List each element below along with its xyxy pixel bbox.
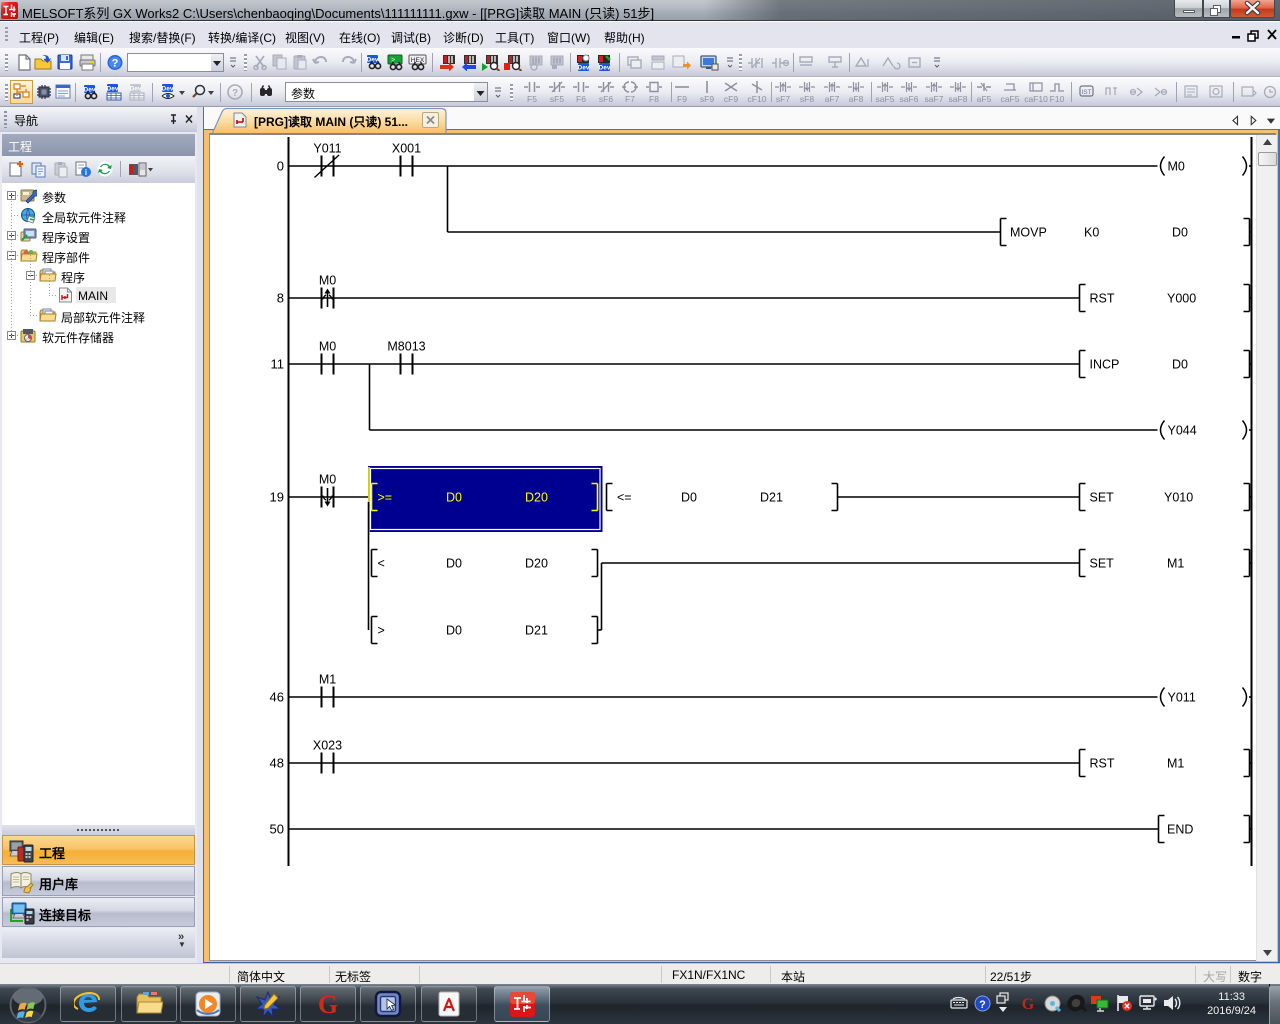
svg-text:Dev: Dev xyxy=(599,65,611,72)
svg-text:?: ? xyxy=(979,999,986,1011)
svg-text:D0: D0 xyxy=(446,624,462,638)
svg-text:INCP: INCP xyxy=(1090,358,1120,372)
svg-text:D21: D21 xyxy=(525,624,548,638)
svg-text:D0: D0 xyxy=(1172,358,1188,372)
svg-text:G: G xyxy=(318,990,338,1018)
svg-text:M0: M0 xyxy=(1168,160,1185,174)
svg-text:D21: D21 xyxy=(760,491,783,505)
svg-text:Dev: Dev xyxy=(367,57,379,64)
svg-text:Y011: Y011 xyxy=(1168,691,1196,705)
svg-text:0: 0 xyxy=(277,159,284,174)
svg-text:M0: M0 xyxy=(319,340,336,354)
svg-text:<: < xyxy=(378,557,385,571)
svg-text:MOVP: MOVP xyxy=(1010,226,1047,240)
svg-text:RST: RST xyxy=(1090,292,1115,306)
svg-text:Y044: Y044 xyxy=(1168,424,1197,438)
svg-text:SET: SET xyxy=(1090,491,1115,505)
svg-text:M1: M1 xyxy=(1167,557,1184,571)
svg-text:Dev: Dev xyxy=(107,86,119,93)
svg-text:M1: M1 xyxy=(319,673,336,687)
svg-text:Dev: Dev xyxy=(162,86,174,93)
svg-text:RST: RST xyxy=(1090,757,1115,771)
svg-text:Y011: Y011 xyxy=(313,142,341,156)
svg-text:Dev: Dev xyxy=(578,65,590,72)
svg-text:K0: K0 xyxy=(1084,226,1099,240)
svg-text:X023: X023 xyxy=(313,739,342,753)
svg-text:D0: D0 xyxy=(1172,226,1188,240)
svg-text:11: 11 xyxy=(271,357,285,372)
svg-text:END: END xyxy=(1167,823,1193,837)
svg-text:?: ? xyxy=(112,58,119,70)
svg-text:D0: D0 xyxy=(681,491,697,505)
svg-text:46: 46 xyxy=(270,690,284,705)
svg-text:M8013: M8013 xyxy=(387,340,425,354)
svg-text:X001: X001 xyxy=(392,142,421,156)
svg-text:M0: M0 xyxy=(319,473,336,487)
svg-text:8: 8 xyxy=(277,291,284,306)
svg-text:M0: M0 xyxy=(319,274,336,288)
svg-text:Y010: Y010 xyxy=(1164,491,1193,505)
svg-text:<=: <= xyxy=(617,491,632,505)
svg-text:i: i xyxy=(85,168,87,177)
svg-text:D0: D0 xyxy=(446,491,462,505)
svg-text:>: > xyxy=(378,624,385,638)
svg-text:D0: D0 xyxy=(446,557,462,571)
svg-text:>=: >= xyxy=(378,491,393,505)
svg-text:HEX: HEX xyxy=(411,57,425,64)
svg-text:19: 19 xyxy=(270,490,284,505)
svg-text:D20: D20 xyxy=(525,491,548,505)
svg-text:IST: IST xyxy=(1081,89,1091,96)
svg-text:G: G xyxy=(1022,996,1035,1012)
svg-text:M1: M1 xyxy=(1167,757,1184,771)
svg-text:48: 48 xyxy=(270,756,284,771)
svg-text:SET: SET xyxy=(1090,557,1115,571)
svg-text:Dev: Dev xyxy=(130,86,142,93)
svg-text:?: ? xyxy=(232,88,238,99)
svg-text:50: 50 xyxy=(270,822,284,837)
svg-text:Y000: Y000 xyxy=(1167,292,1196,306)
svg-text:D20: D20 xyxy=(525,557,548,571)
